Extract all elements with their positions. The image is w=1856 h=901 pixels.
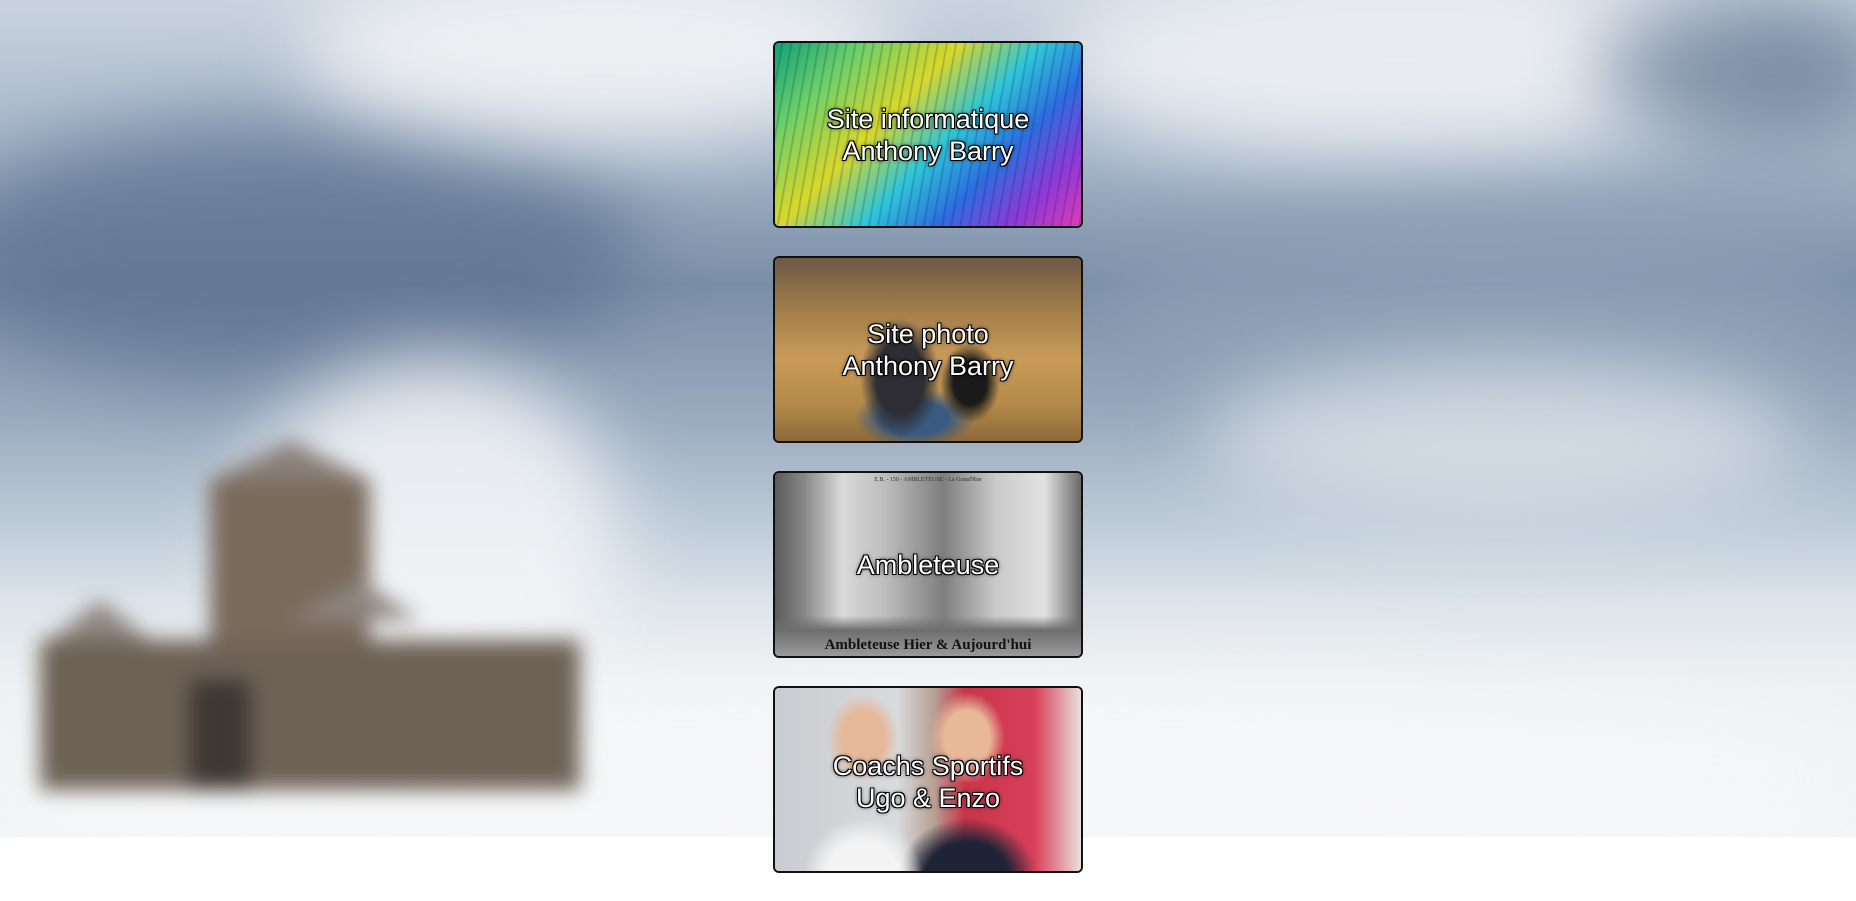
card-site-photo[interactable]: Site photo Anthony Barry bbox=[773, 256, 1083, 443]
card-ambleteuse[interactable]: E.B. - 150 - AMBLETEUSE - La Grand'Rue A… bbox=[773, 471, 1083, 658]
postcard-caption: Ambleteuse Hier & Aujourd'hui bbox=[824, 637, 1032, 653]
site-links-list: Site informatique Anthony Barry Site pho… bbox=[773, 41, 1083, 901]
card-label: Ambleteuse bbox=[856, 549, 1000, 580]
card-label: Site informatique Anthony Barry bbox=[826, 103, 1030, 166]
card-site-informatique[interactable]: Site informatique Anthony Barry bbox=[773, 41, 1083, 228]
fort-silhouette bbox=[40, 440, 600, 800]
card-label: Site photo Anthony Barry bbox=[842, 318, 1014, 381]
postcard-header-text: E.B. - 150 - AMBLETEUSE - La Grand'Rue bbox=[874, 477, 982, 483]
card-label: Coachs Sportifs Ugo & Enzo bbox=[832, 751, 1024, 813]
card-coachs-sportifs[interactable]: Coachs Sportifs Ugo & Enzo bbox=[773, 686, 1083, 873]
